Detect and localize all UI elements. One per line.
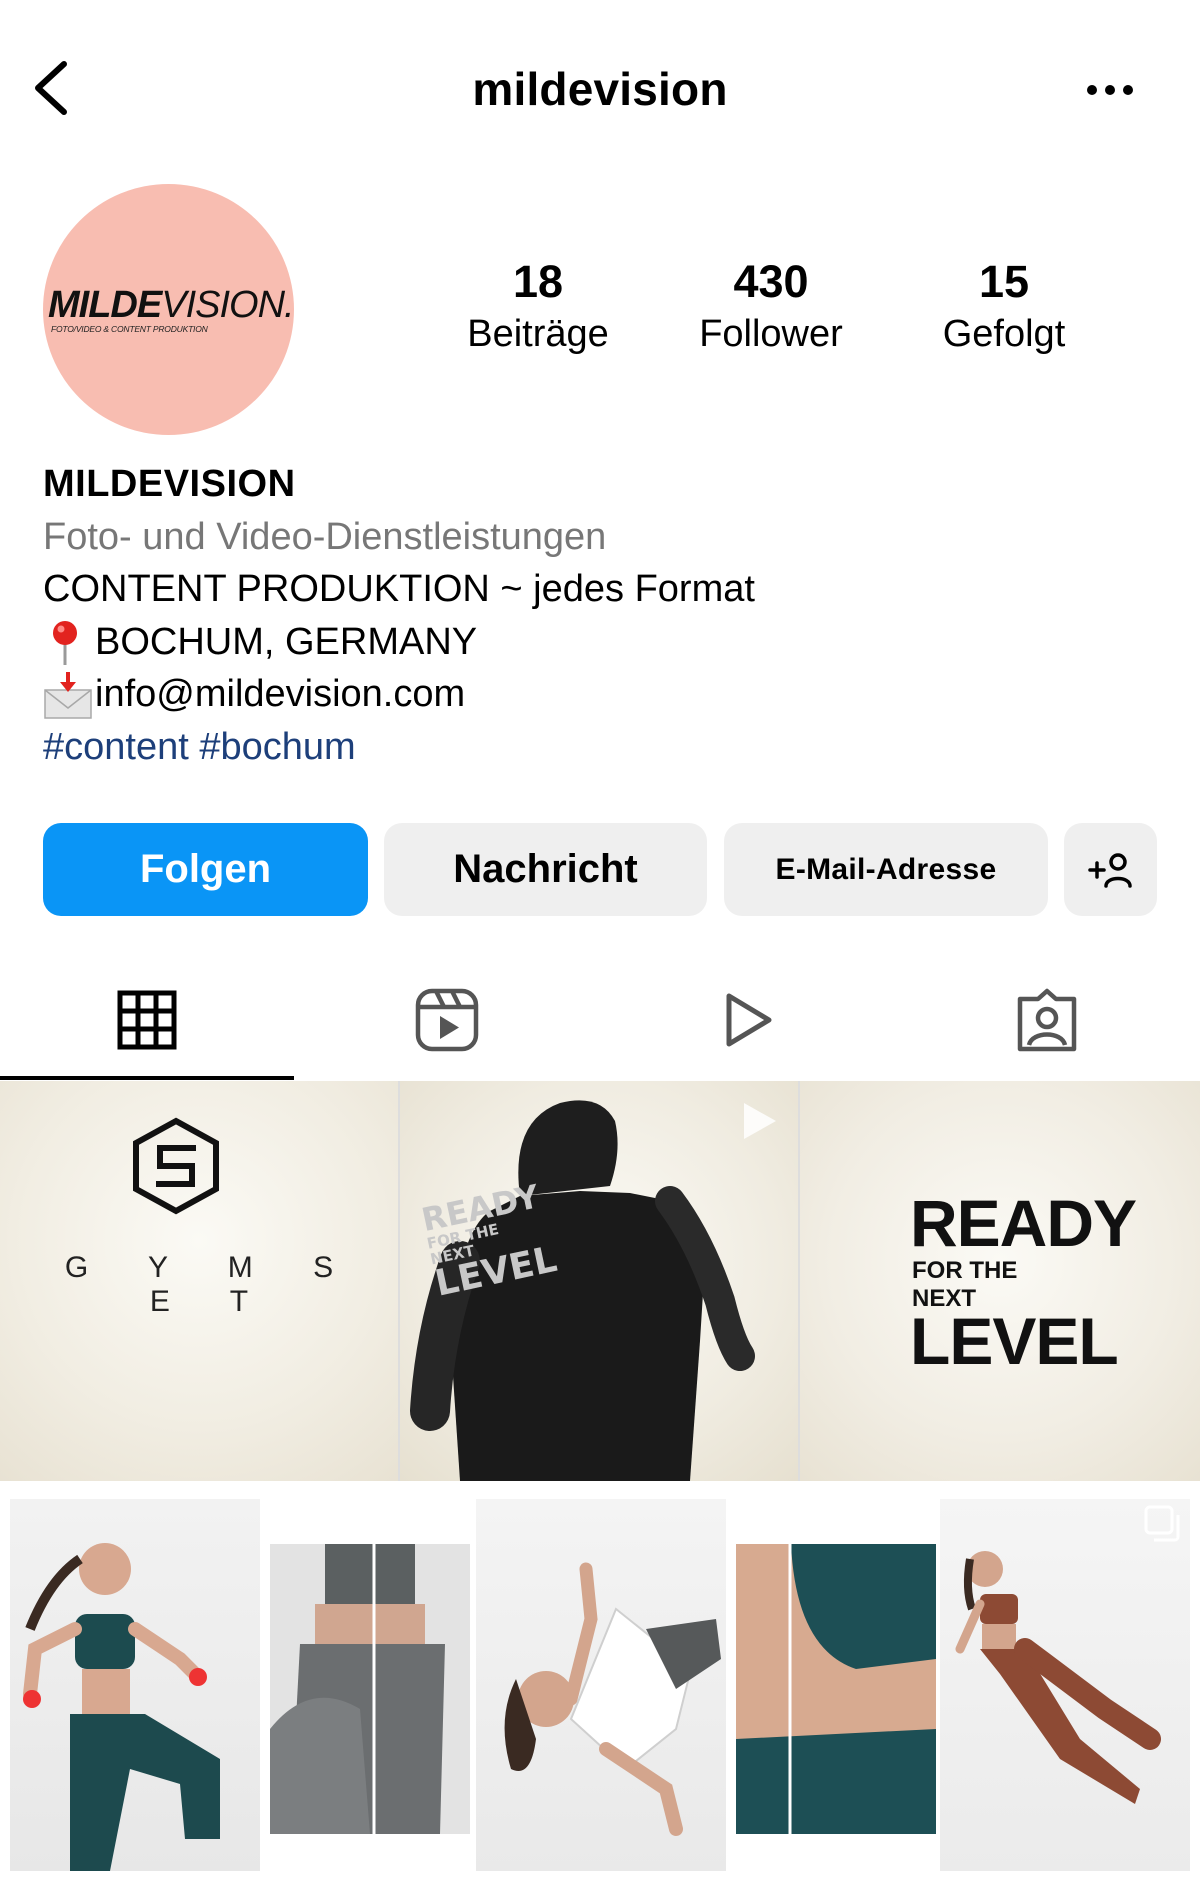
post-tile-teal-set-detail[interactable] bbox=[736, 1499, 943, 1871]
hashtag-bochum[interactable]: #bochum bbox=[199, 726, 355, 768]
stat-following-value: 15 bbox=[978, 256, 1030, 307]
post-tile-woman-lunge[interactable] bbox=[10, 1499, 260, 1871]
post-tile-ready-shirt[interactable]: READY FOR THE NEXT LEVEL bbox=[400, 1081, 798, 1481]
tab-videos[interactable] bbox=[600, 960, 894, 1080]
posts-grid: G Y M S E T READY FOR THE NEXT LEVEL REA… bbox=[0, 1081, 1200, 1881]
bio-email[interactable]: info@mildevision.com bbox=[95, 673, 465, 715]
profile-tabs bbox=[0, 960, 1200, 1080]
tile-text-ready: READY bbox=[910, 1186, 1137, 1260]
play-icon bbox=[726, 993, 772, 1047]
stat-followers-value: 430 bbox=[733, 256, 809, 307]
stat-followers[interactable]: 430 Follower bbox=[661, 256, 881, 360]
profile-username: mildevision bbox=[472, 63, 728, 115]
active-tab-indicator bbox=[0, 1076, 294, 1080]
avatar-subline: FOTO/VIDEO & CONTENT PRODUKTION bbox=[51, 324, 208, 334]
profile-bio: MILDEVISION Foto- und Video-Dienstleistu… bbox=[43, 458, 1143, 773]
tab-tagged[interactable] bbox=[900, 960, 1194, 1080]
stat-followers-label: Follower bbox=[699, 313, 843, 355]
carousel-badge-icon bbox=[1144, 1505, 1180, 1542]
bio-location-row: BOCHUM, GERMANY bbox=[43, 616, 1143, 669]
stat-posts[interactable]: 18 Beiträge bbox=[428, 256, 648, 360]
post-tile-woman-rust-set[interactable] bbox=[940, 1499, 1190, 1871]
follow-button-label: Folgen bbox=[139, 847, 272, 891]
tab-posts[interactable] bbox=[0, 960, 294, 1080]
email-button[interactable]: E-Mail-Adresse bbox=[724, 823, 1048, 916]
post-tile-grey-set-detail[interactable] bbox=[270, 1499, 477, 1871]
add-user-icon bbox=[1087, 852, 1132, 888]
grid-divider bbox=[798, 1081, 800, 1481]
top-bar: mildevision bbox=[0, 0, 1200, 180]
tile-text-level: LEVEL bbox=[910, 1304, 1119, 1378]
post-tile-gymset-logo[interactable]: G Y M S E T bbox=[0, 1081, 398, 1481]
athlete-floor-photo bbox=[504, 1562, 721, 1836]
stat-posts-label: Beiträge bbox=[467, 313, 609, 355]
stat-posts-value: 18 bbox=[512, 256, 564, 307]
email-button-label: E-Mail-Adresse bbox=[775, 852, 997, 886]
athlete-teal-detail-photo bbox=[736, 1544, 936, 1834]
bio-hashtags: #content #bochum bbox=[43, 721, 1143, 774]
gymset-logo-icon bbox=[133, 1117, 219, 1215]
more-horizontal-icon bbox=[1087, 85, 1133, 95]
grid-divider bbox=[398, 1081, 400, 1481]
reels-icon bbox=[415, 988, 479, 1052]
profile-name: MILDEVISION bbox=[43, 463, 296, 505]
post-tile-ready-text[interactable]: READY FOR THE NEXT LEVEL bbox=[800, 1081, 1200, 1481]
bio-email-row: info@mildevision.com bbox=[43, 668, 1143, 721]
avatar-logo: MILDEVISION. bbox=[48, 284, 294, 326]
athlete-rust-set-photo bbox=[955, 1551, 1161, 1804]
follow-button[interactable]: Folgen bbox=[43, 823, 368, 916]
carousel-badge-icon bbox=[274, 1503, 310, 1540]
more-options-button[interactable] bbox=[1080, 70, 1140, 110]
carousel-badge-icon bbox=[740, 1503, 776, 1540]
stat-following[interactable]: 15 Gefolgt bbox=[894, 256, 1114, 360]
tagged-icon bbox=[1017, 988, 1077, 1052]
video-badge-icon bbox=[744, 1103, 776, 1139]
gymset-wordmark: G Y M S E T bbox=[64, 1251, 360, 1318]
message-button-label: Nachricht bbox=[453, 847, 638, 891]
hashtag-content[interactable]: #content bbox=[43, 726, 189, 768]
suggested-users-button[interactable] bbox=[1064, 823, 1157, 916]
post-tile-woman-floor[interactable] bbox=[476, 1499, 726, 1871]
tab-reels[interactable] bbox=[300, 960, 594, 1080]
message-button[interactable]: Nachricht bbox=[384, 823, 707, 916]
pin-icon bbox=[43, 619, 95, 667]
profile-category: Foto- und Video-Dienstleistungen bbox=[43, 515, 607, 558]
bio-line: CONTENT PRODUKTION ~ jedes Format bbox=[43, 568, 755, 610]
stat-following-label: Gefolgt bbox=[942, 313, 1066, 355]
tile-text-for-the: FOR THE bbox=[912, 1257, 1018, 1284]
profile-avatar[interactable]: MILDEVISION. FOTO/VIDEO & CONTENT PRODUK… bbox=[43, 184, 294, 435]
grid-icon bbox=[117, 990, 177, 1050]
athlete-detail-photo bbox=[270, 1544, 470, 1834]
athlete-photo bbox=[23, 1543, 220, 1871]
bio-location: BOCHUM, GERMANY bbox=[95, 620, 478, 663]
incoming-envelope-icon bbox=[43, 671, 95, 720]
